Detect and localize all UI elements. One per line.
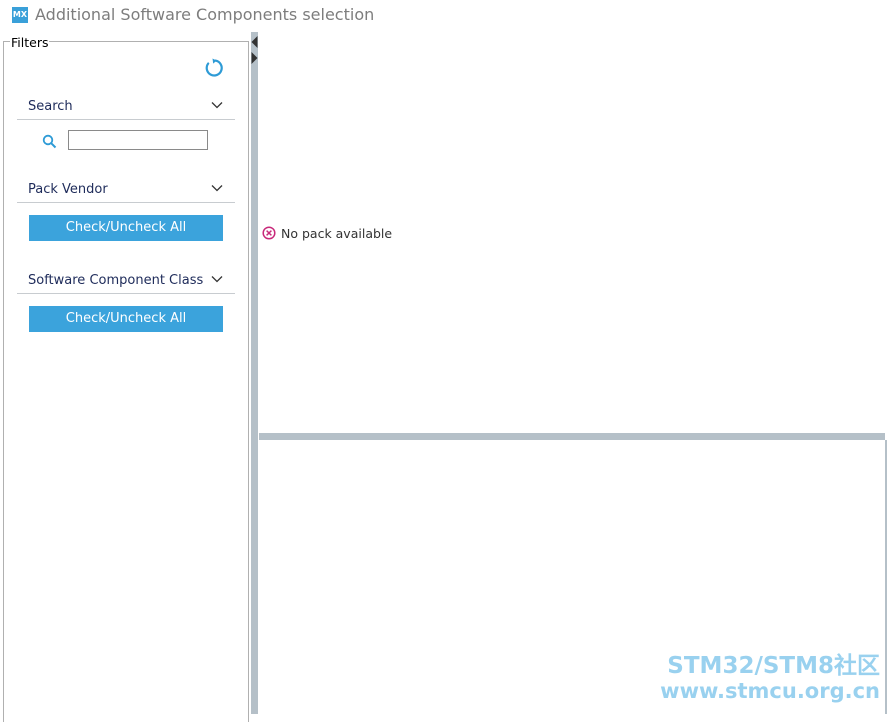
watermark-line2: www.stmcu.org.cn xyxy=(660,679,880,703)
no-pack-message: No pack available xyxy=(281,226,393,241)
horizontal-splitter[interactable] xyxy=(259,433,885,440)
vertical-splitter[interactable] xyxy=(251,32,258,714)
filters-panel: Filters Search Pack Vendor Check/Uncheck… xyxy=(3,35,249,722)
class-check-uncheck-all-button[interactable]: Check/Uncheck All xyxy=(29,306,223,332)
chevron-down-icon xyxy=(211,185,223,192)
refresh-icon[interactable] xyxy=(203,57,225,79)
filters-legend: Filters xyxy=(10,35,50,50)
search-input[interactable] xyxy=(68,130,208,150)
chevron-down-icon xyxy=(211,102,223,109)
search-section-header[interactable]: Search xyxy=(17,97,235,120)
packs-pane: No pack available xyxy=(259,32,888,433)
watermark: STM32/STM8社区 www.stmcu.org.cn xyxy=(640,654,880,704)
collapse-panel-arrow-icon[interactable] xyxy=(251,35,258,65)
component-class-section-label: Software Component Class xyxy=(28,273,204,288)
title-bar: MX Additional Software Components select… xyxy=(0,0,888,32)
details-pane-border xyxy=(885,440,887,714)
chevron-down-icon xyxy=(211,276,223,283)
search-section-label: Search xyxy=(28,99,73,114)
vendor-check-uncheck-all-button[interactable]: Check/Uncheck All xyxy=(29,215,223,241)
window-title: Additional Software Components selection xyxy=(35,5,375,24)
pack-vendor-section-header[interactable]: Pack Vendor xyxy=(17,180,235,203)
component-class-section-header[interactable]: Software Component Class xyxy=(17,271,235,294)
stm32cubemx-logo-icon: MX xyxy=(12,7,28,23)
error-circle-icon xyxy=(262,226,276,240)
search-icon xyxy=(42,134,57,149)
watermark-line1: STM32/STM8社区 xyxy=(667,653,880,679)
pack-vendor-section-label: Pack Vendor xyxy=(28,182,108,197)
